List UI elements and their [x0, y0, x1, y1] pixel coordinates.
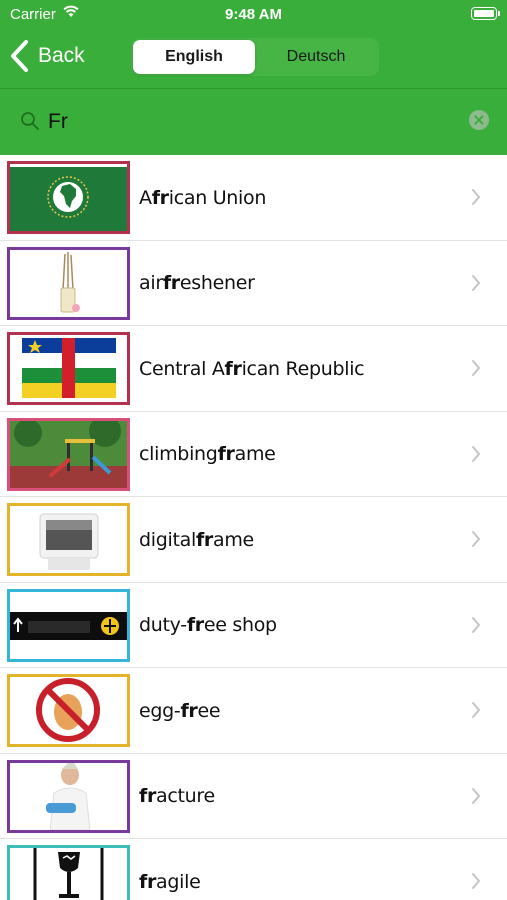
clock: 9:48 AM	[225, 6, 282, 23]
search-bar	[0, 88, 507, 155]
list-item[interactable]: air fr eshener	[0, 241, 507, 326]
language-segmented-control: English Deutsch	[131, 38, 379, 76]
list-item[interactable]: Afr ican Union	[0, 155, 507, 241]
no-egg-sign-icon	[7, 674, 130, 747]
item-label: duty-fr ee shop	[139, 614, 277, 636]
digital-frame-icon	[7, 503, 130, 576]
item-label: Central Afr ican Republic	[139, 357, 365, 380]
clear-search-icon[interactable]	[469, 110, 489, 130]
chevron-right-icon	[472, 274, 481, 291]
item-label: fr acture	[139, 785, 215, 807]
list-item[interactable]: fr acture	[0, 754, 507, 839]
search-icon	[21, 112, 39, 130]
search-input[interactable]	[48, 107, 448, 137]
chevron-right-icon	[472, 873, 481, 889]
item-label: climbing fr ame	[139, 443, 276, 465]
item-label: air fr eshener	[139, 272, 255, 294]
chevron-right-icon	[472, 787, 481, 804]
fracture-icon	[7, 759, 130, 833]
item-label: fr agile	[139, 870, 201, 893]
chevron-right-icon	[472, 189, 481, 205]
chevron-right-icon	[472, 531, 481, 547]
item-label: egg-fr ee	[139, 699, 221, 722]
fragile-sign-icon	[7, 845, 130, 900]
list-item[interactable]: digital fr ame	[0, 497, 507, 583]
chevron-right-icon	[472, 360, 481, 376]
item-label: Afr ican Union	[139, 186, 267, 209]
list-item[interactable]: duty-fr ee shop	[0, 583, 507, 668]
list-item[interactable]: egg-fr ee	[0, 668, 507, 754]
status-bar: Carrier 9:48 AM	[0, 0, 507, 30]
nav-bar: Back English Deutsch	[0, 30, 507, 86]
top-bar: Carrier 9:48 AM Back English Deutsch	[0, 0, 507, 155]
chevron-left-icon	[11, 40, 28, 72]
battery-icon	[471, 7, 500, 20]
duty-free-sign-icon	[7, 588, 130, 662]
results-list: Afr ican Union air fr eshener Central A …	[0, 155, 507, 900]
chevron-right-icon	[472, 445, 481, 462]
back-label: Back	[38, 44, 85, 67]
chevron-right-icon	[472, 702, 481, 718]
list-item[interactable]: climbing fr ame	[0, 412, 507, 497]
segment-english[interactable]: English	[133, 40, 255, 74]
list-item[interactable]: fr agile	[0, 839, 507, 900]
segment-deutsch[interactable]: Deutsch	[255, 40, 377, 74]
list-item[interactable]: Central Afr ican Republic	[0, 326, 507, 412]
back-button[interactable]: Back	[8, 38, 85, 74]
central-african-republic-flag-icon	[7, 332, 130, 405]
chevron-right-icon	[472, 616, 481, 633]
playground-icon	[7, 417, 130, 491]
african-union-flag-icon	[7, 161, 130, 234]
item-label: digital fr ame	[139, 528, 254, 551]
air-freshener-icon	[7, 246, 130, 320]
